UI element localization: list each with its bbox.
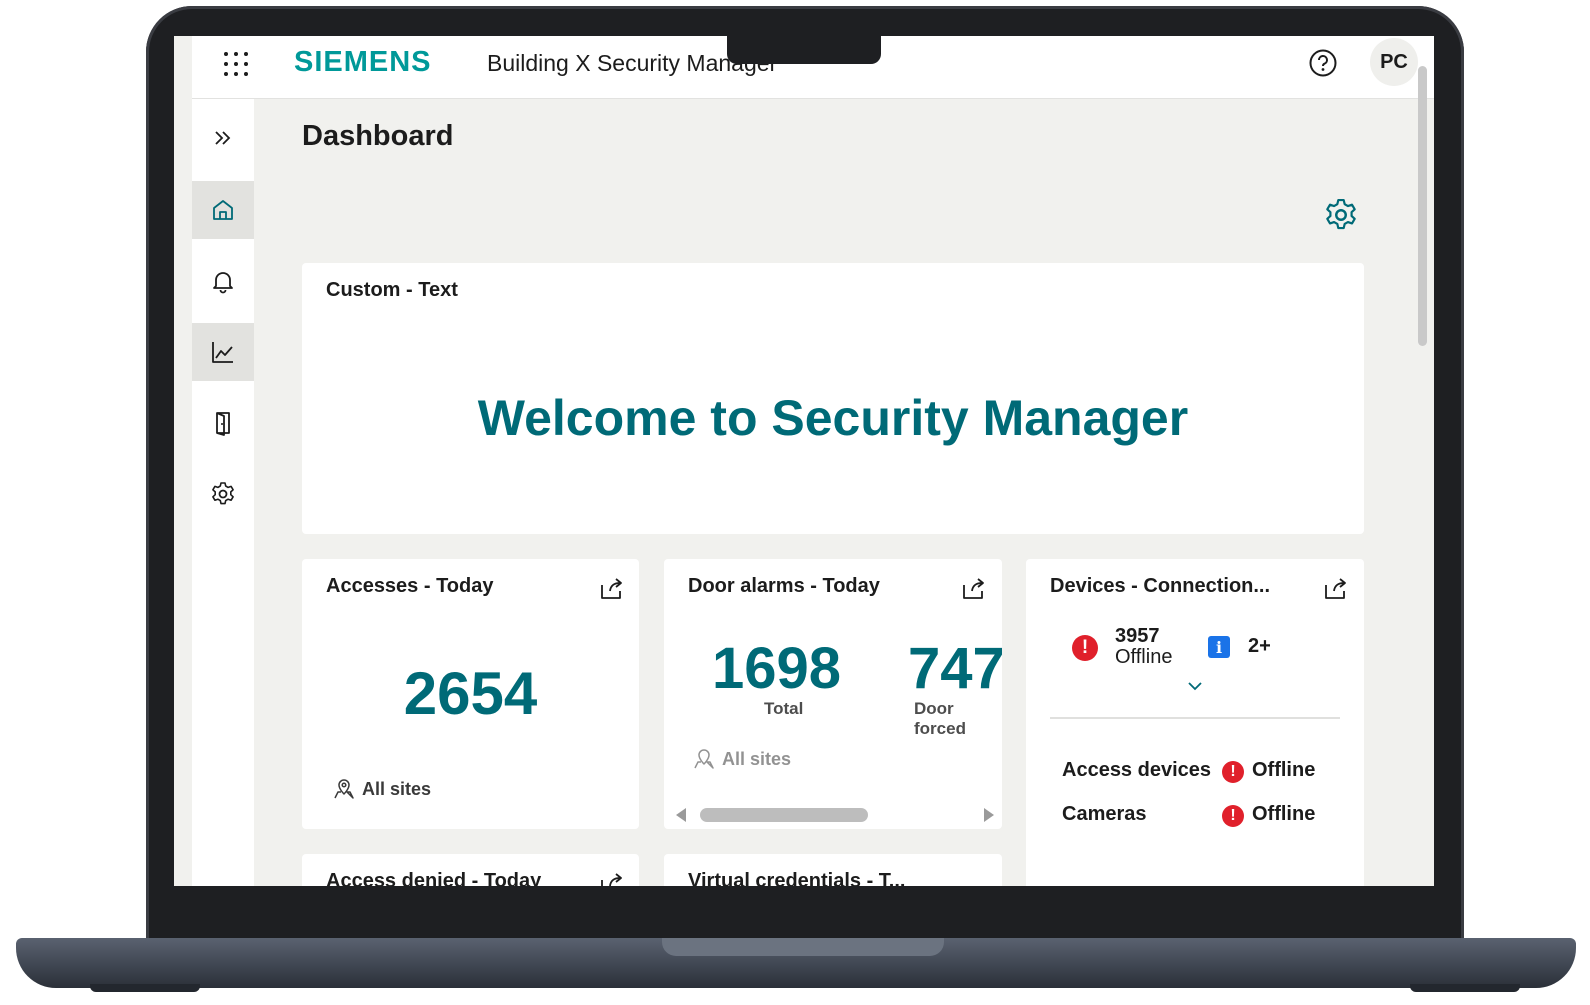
error-icon: ! <box>1072 635 1098 661</box>
laptop-foot-left <box>90 984 200 992</box>
total-label: Total <box>764 699 804 718</box>
gear-icon <box>212 482 234 505</box>
dashboard-settings-icon[interactable] <box>1322 196 1360 234</box>
door-forced-label: Door forced <box>914 699 966 738</box>
chevron-down-icon[interactable] <box>1186 679 1204 693</box>
card-title: Access denied - Today <box>326 870 542 886</box>
scroll-right-icon <box>984 808 994 822</box>
access-devices-label: Access devices <box>1062 759 1212 781</box>
card-title: Devices - Connection... <box>1050 575 1271 597</box>
cameras-label: Cameras <box>1062 803 1147 825</box>
info-icon: i <box>1208 636 1230 658</box>
bell-icon <box>213 272 233 294</box>
user-avatar[interactable]: PC <box>1370 38 1418 86</box>
virtual-credentials-card: Virtual credentials - T... <box>664 854 1002 886</box>
sidebar-item-settings[interactable] <box>192 465 254 523</box>
share-icon[interactable] <box>598 575 626 601</box>
sidebar-item-home[interactable] <box>192 181 254 239</box>
sites-label: All sites <box>362 778 432 799</box>
accesses-today-card: Accesses - Today 2654 All sites <box>302 559 639 829</box>
scroll-thumb <box>700 808 868 822</box>
sidebar-item-doors[interactable] <box>192 394 254 452</box>
scroll-left-icon <box>676 808 686 822</box>
error-icon: ! <box>1222 805 1244 827</box>
sidebar <box>192 99 254 886</box>
help-icon[interactable] <box>1308 48 1338 78</box>
sites-filter[interactable]: All sites <box>692 747 791 771</box>
offline-label: Offline <box>1115 646 1173 668</box>
door-alarms-total-count: 1698 <box>712 636 842 701</box>
sites-filter[interactable]: All sites <box>332 777 431 801</box>
accesses-count: 2654 <box>403 660 538 727</box>
app-launcher-icon[interactable] <box>222 50 250 78</box>
horizontal-scrollbar[interactable] <box>670 803 1000 827</box>
door-forced-count: 747 <box>908 636 1002 701</box>
vertical-scrollbar[interactable] <box>1418 66 1427 346</box>
share-icon[interactable] <box>960 575 988 601</box>
sites-label: All sites <box>722 748 792 769</box>
offline-count: 3957 <box>1115 625 1160 647</box>
cameras-status: Offline <box>1252 803 1316 825</box>
welcome-text: Welcome to Security Manager <box>477 390 1189 446</box>
home-icon <box>213 200 233 220</box>
door-icon <box>216 412 230 436</box>
sidebar-item-reports[interactable] <box>192 323 254 381</box>
info-count: 2+ <box>1248 635 1271 657</box>
map-pin-icon <box>694 749 714 769</box>
map-pin-icon <box>334 779 354 799</box>
custom-text-card: Custom - Text Welcome to Security Manage… <box>302 263 1364 534</box>
laptop-hinge-notch <box>662 938 944 956</box>
camera-notch <box>727 28 881 64</box>
error-icon: ! <box>1222 761 1244 783</box>
double-chevron-right-icon <box>215 131 231 145</box>
door-alarms-today-card: Door alarms - Today 1698 Total 747 Door … <box>664 559 1002 829</box>
screen: SIEMENS Building X Security Manager PC D… <box>174 36 1434 886</box>
sidebar-item-alarms[interactable] <box>192 252 254 310</box>
page-title: Dashboard <box>302 120 454 152</box>
card-title: Door alarms - Today <box>688 575 880 597</box>
access-denied-today-card: Access denied - Today <box>302 854 639 886</box>
sidebar-expand-button[interactable] <box>192 109 254 167</box>
chart-line-icon <box>212 342 233 363</box>
share-icon[interactable] <box>598 870 626 886</box>
divider <box>1050 717 1340 719</box>
card-title: Accesses - Today <box>326 575 494 597</box>
share-icon[interactable] <box>1322 575 1350 601</box>
devices-connection-card: Devices - Connection... ! 3957 Offline i… <box>1026 559 1364 886</box>
brand-logo: SIEMENS <box>294 46 432 78</box>
access-devices-status: Offline <box>1252 759 1316 781</box>
card-title: Custom - Text <box>326 279 458 301</box>
laptop-foot-right <box>1410 984 1520 992</box>
card-title: Virtual credentials - T... <box>688 870 906 886</box>
